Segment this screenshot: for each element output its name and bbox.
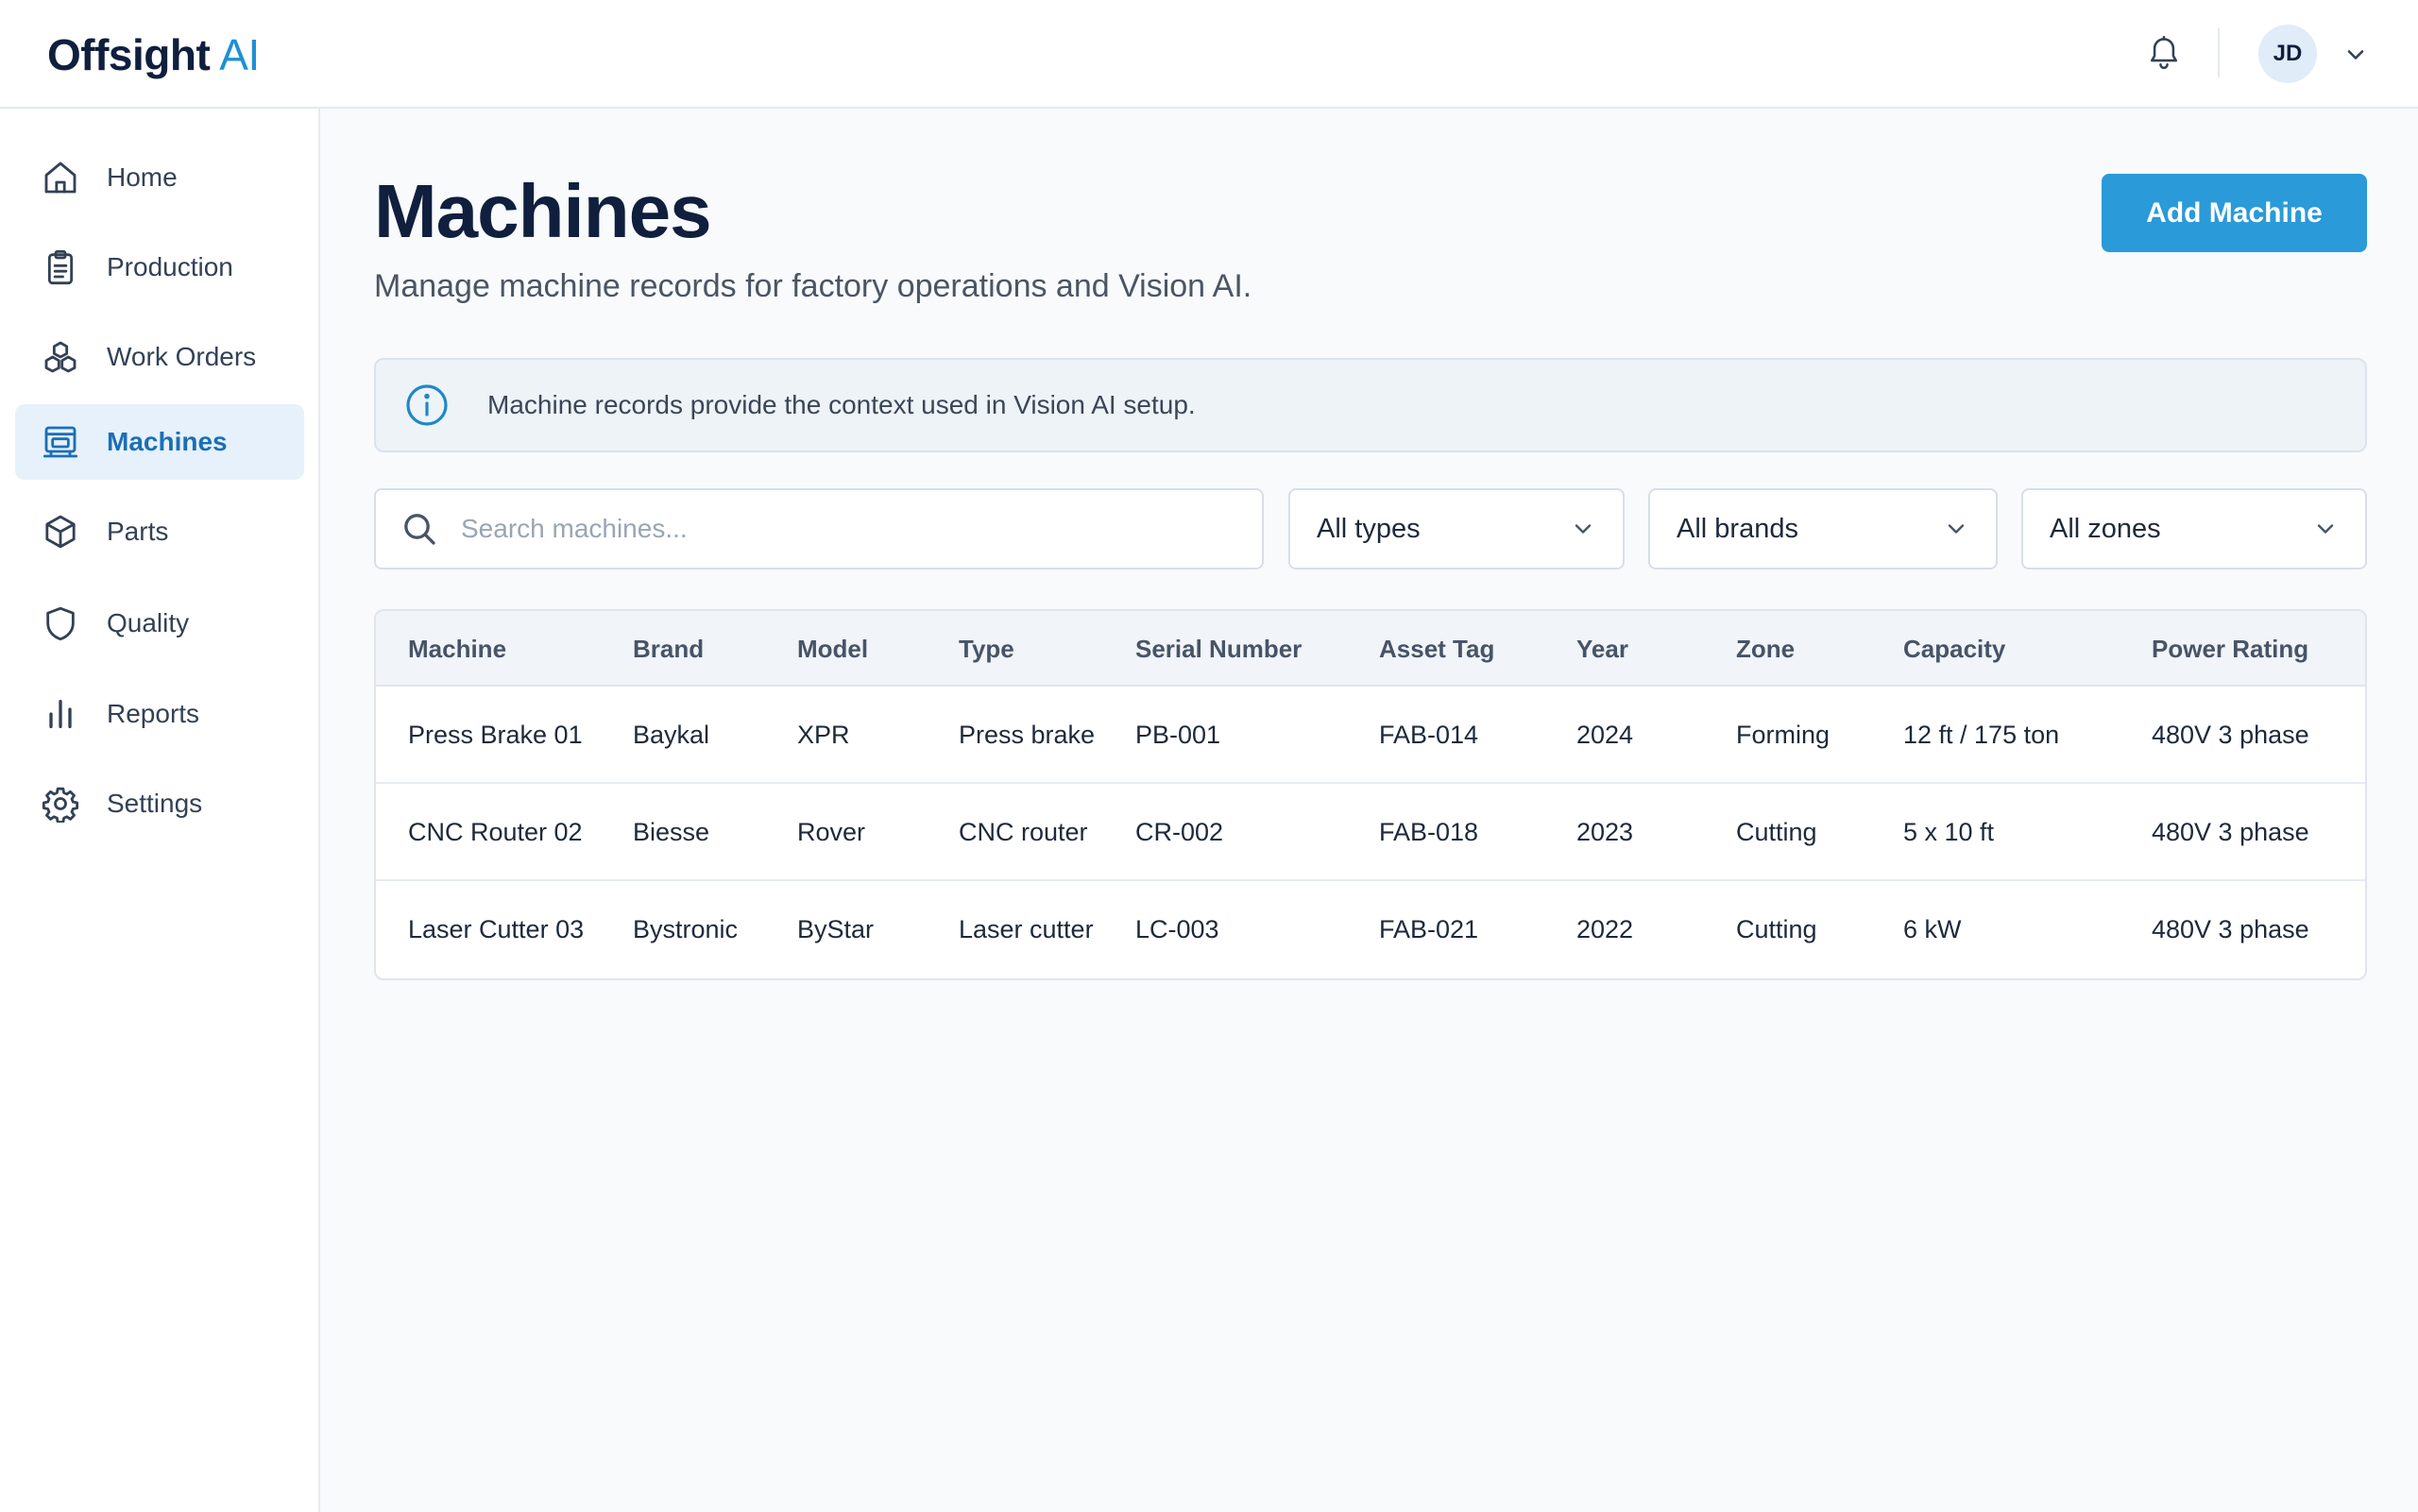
bell-icon xyxy=(2150,36,2178,70)
table-row[interactable]: Press Brake 01 Baykal XPR Press brake PB… xyxy=(376,687,2365,784)
column-header-year[interactable]: Year xyxy=(1576,611,1628,687)
type-filter-select[interactable]: All types xyxy=(1288,488,1625,569)
column-header-machine[interactable]: Machine xyxy=(408,611,506,687)
gear-icon xyxy=(42,787,79,823)
shield-icon xyxy=(46,606,75,641)
cube-icon xyxy=(45,515,76,549)
cell-machine: Press Brake 01 xyxy=(408,721,583,749)
sidebar: Home Production Work Orders Machines Par… xyxy=(0,109,320,1512)
info-text: Machine records provide the context used… xyxy=(487,390,1196,419)
machines-table: Machine Brand Model Type Serial Number A… xyxy=(374,609,2367,980)
cell-power-rating: 480V 3 phase xyxy=(2152,818,2309,846)
brand-filter-value: All brands xyxy=(1677,513,1798,544)
page-subtitle: Manage machine records for factory opera… xyxy=(374,268,1252,304)
machine-icon xyxy=(43,426,78,458)
type-filter-value: All types xyxy=(1317,513,1421,544)
add-machine-button[interactable]: Add Machine xyxy=(2102,174,2367,252)
cell-capacity: 12 ft / 175 ton xyxy=(1903,721,2060,749)
column-header-capacity[interactable]: Capacity xyxy=(1903,611,2005,687)
cell-machine: CNC Router 02 xyxy=(408,818,583,846)
cell-brand: Biesse xyxy=(633,818,710,846)
column-header-model[interactable]: Model xyxy=(797,611,868,687)
sidebar-item-settings[interactable]: Settings xyxy=(15,766,304,841)
column-header-asset-tag[interactable]: Asset Tag xyxy=(1379,611,1494,687)
cell-zone: Cutting xyxy=(1736,818,1817,846)
cell-year: 2022 xyxy=(1576,915,1634,943)
search-input[interactable] xyxy=(461,514,1235,544)
sidebar-item-production[interactable]: Production xyxy=(15,229,304,305)
sidebar-item-label: Machines xyxy=(107,427,228,456)
sidebar-item-quality[interactable]: Quality xyxy=(15,586,304,661)
sidebar-item-reports[interactable]: Reports xyxy=(15,676,304,752)
cell-model: Rover xyxy=(797,818,866,846)
search-icon xyxy=(404,514,435,545)
cell-asset-tag: FAB-021 xyxy=(1379,915,1479,943)
sidebar-item-parts[interactable]: Parts xyxy=(15,494,304,569)
cell-power-rating: 480V 3 phase xyxy=(2152,915,2309,943)
zone-filter-select[interactable]: All zones xyxy=(2021,488,2367,569)
chevron-down-icon xyxy=(1575,524,1592,534)
column-header-zone[interactable]: Zone xyxy=(1736,611,1795,687)
user-avatar[interactable]: JD xyxy=(2258,25,2317,83)
logo-suffix: AI xyxy=(219,30,260,79)
page-title: Machines xyxy=(374,169,712,253)
bar-chart-icon xyxy=(49,700,72,728)
cell-serial-number: CR-002 xyxy=(1135,818,1224,846)
cell-capacity: 5 x 10 ft xyxy=(1903,818,1995,846)
brand-filter-select[interactable]: All brands xyxy=(1648,488,1998,569)
sidebar-item-label: Production xyxy=(107,252,233,281)
logo-wordmark: Offsight xyxy=(47,30,211,79)
chevron-down-icon xyxy=(1948,524,1965,534)
cell-brand: Baykal xyxy=(633,721,710,749)
sidebar-item-machines[interactable]: Machines xyxy=(15,404,304,480)
cell-type: Press brake xyxy=(959,721,1096,749)
topbar-divider xyxy=(2218,28,2220,77)
cell-type: Laser cutter xyxy=(959,915,1094,943)
boxes-icon xyxy=(44,341,77,373)
app-logo[interactable]: Offsight AI xyxy=(47,26,260,83)
zone-filter-value: All zones xyxy=(2050,513,2161,544)
clipboard-icon xyxy=(47,249,74,285)
cell-power-rating: 480V 3 phase xyxy=(2152,721,2309,749)
search-box[interactable] xyxy=(374,488,1264,569)
column-header-type[interactable]: Type xyxy=(959,611,1014,687)
sidebar-item-label: Work Orders xyxy=(107,342,257,371)
column-header-power-rating[interactable]: Power Rating xyxy=(2152,611,2308,687)
sidebar-item-work-orders[interactable]: Work Orders xyxy=(15,319,304,395)
cell-year: 2024 xyxy=(1576,721,1634,749)
top-bar: Offsight AI JD xyxy=(0,0,2418,109)
sidebar-item-label: Quality xyxy=(107,608,190,637)
notifications-button[interactable] xyxy=(2142,30,2186,77)
cell-type: CNC router xyxy=(959,818,1088,846)
cell-serial-number: LC-003 xyxy=(1135,915,1219,943)
cell-brand: Bystronic xyxy=(633,915,739,943)
info-banner: Machine records provide the context used… xyxy=(374,358,2367,452)
table-header: Machine Brand Model Type Serial Number A… xyxy=(376,611,2365,687)
sidebar-item-home[interactable]: Home xyxy=(15,140,304,215)
cell-capacity: 6 kW xyxy=(1903,915,1962,943)
cell-asset-tag: FAB-018 xyxy=(1379,818,1479,846)
sidebar-item-label: Settings xyxy=(107,789,203,818)
chevron-down-icon[interactable] xyxy=(2342,42,2369,68)
table-row[interactable]: CNC Router 02 Biesse Rover CNC router CR… xyxy=(376,784,2365,881)
column-header-serial-number[interactable]: Serial Number xyxy=(1135,611,1302,687)
sidebar-item-label: Reports xyxy=(107,699,200,728)
cell-model: ByStar xyxy=(797,915,875,943)
sidebar-item-label: Home xyxy=(107,162,178,192)
cell-model: XPR xyxy=(797,721,850,749)
cell-serial-number: PB-001 xyxy=(1135,721,1221,749)
cell-asset-tag: FAB-014 xyxy=(1379,721,1479,749)
home-icon xyxy=(44,161,77,194)
info-icon xyxy=(406,384,448,426)
cell-year: 2023 xyxy=(1576,818,1634,846)
table-row[interactable]: Laser Cutter 03 Bystronic ByStar Laser c… xyxy=(376,881,2365,978)
column-header-brand[interactable]: Brand xyxy=(633,611,704,687)
cell-zone: Cutting xyxy=(1736,915,1817,943)
cell-zone: Forming xyxy=(1736,721,1831,749)
cell-machine: Laser Cutter 03 xyxy=(408,915,585,943)
sidebar-item-label: Parts xyxy=(107,517,169,546)
chevron-down-icon xyxy=(2317,524,2334,534)
